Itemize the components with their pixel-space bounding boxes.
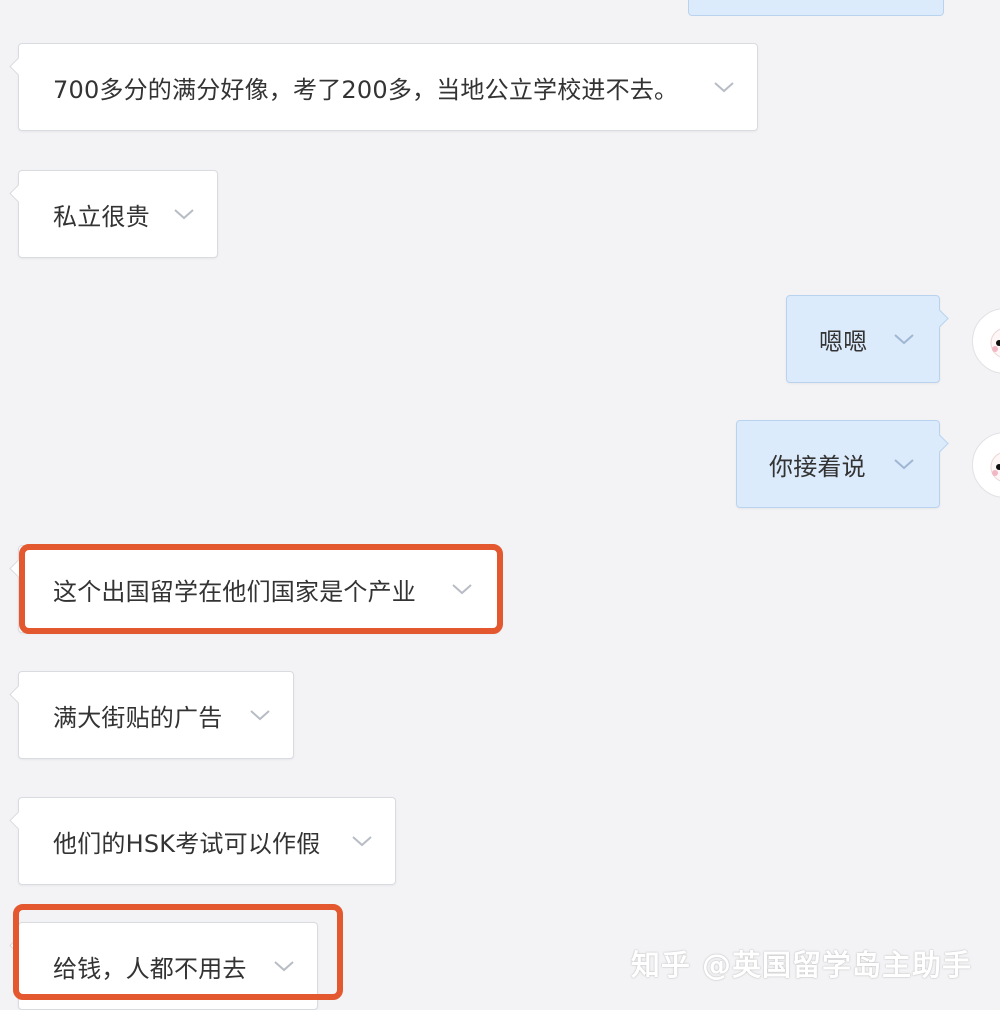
incoming-message-1[interactable]: 700多分的满分好像，考了200多，当地公立学校进不去。 bbox=[9, 43, 758, 131]
message-text: 给钱，人都不用去 bbox=[53, 954, 247, 983]
avatar[interactable] bbox=[972, 308, 1000, 374]
chevron-down-icon[interactable] bbox=[351, 834, 373, 848]
partial-outgoing-message[interactable] bbox=[688, 0, 944, 16]
bubble-tail bbox=[9, 57, 28, 76]
chevron-down-icon[interactable] bbox=[893, 457, 915, 471]
bubble-tail bbox=[9, 685, 28, 704]
message-text: 700多分的满分好像，考了200多，当地公立学校进不去。 bbox=[53, 75, 679, 104]
incoming-message-2[interactable]: 私立很贵 bbox=[9, 170, 218, 258]
incoming-message-6[interactable]: 给钱，人都不用去 bbox=[9, 922, 318, 1010]
avatar-face-icon bbox=[990, 328, 1000, 358]
bubble-tail bbox=[930, 309, 949, 328]
message-text: 满大街贴的广告 bbox=[53, 703, 223, 732]
bubble-tail bbox=[9, 811, 28, 830]
chevron-down-icon[interactable] bbox=[893, 332, 915, 346]
bubble-tail bbox=[9, 184, 28, 203]
message-text: 私立很贵 bbox=[53, 202, 150, 231]
chat-screen: 700多分的满分好像，考了200多，当地公立学校进不去。 私立很贵 嗯嗯 你接着… bbox=[0, 0, 1000, 1010]
incoming-message-3[interactable]: 这个出国留学在他们国家是个产业 bbox=[9, 545, 500, 633]
message-text: 他们的HSK考试可以作假 bbox=[53, 829, 321, 858]
message-text: 这个出国留学在他们国家是个产业 bbox=[53, 577, 416, 606]
avatar[interactable] bbox=[972, 432, 1000, 498]
bubble-tail bbox=[930, 434, 949, 453]
chevron-down-icon[interactable] bbox=[273, 959, 295, 973]
incoming-message-4[interactable]: 满大街贴的广告 bbox=[9, 671, 294, 759]
chevron-down-icon[interactable] bbox=[451, 582, 473, 596]
outgoing-message-2[interactable]: 你接着说 bbox=[736, 420, 949, 508]
bubble-tail bbox=[9, 559, 28, 578]
watermark: 知乎 @英国留学岛主助手 bbox=[630, 948, 972, 982]
chevron-down-icon[interactable] bbox=[173, 207, 195, 221]
avatar-face-icon bbox=[990, 452, 1000, 482]
chevron-down-icon[interactable] bbox=[249, 708, 271, 722]
bubble-tail bbox=[9, 936, 28, 955]
message-text: 你接着说 bbox=[769, 452, 866, 481]
chevron-down-icon[interactable] bbox=[713, 80, 735, 94]
message-text: 嗯嗯 bbox=[819, 327, 868, 356]
incoming-message-5[interactable]: 他们的HSK考试可以作假 bbox=[9, 797, 396, 885]
outgoing-message-1[interactable]: 嗯嗯 bbox=[786, 295, 949, 383]
